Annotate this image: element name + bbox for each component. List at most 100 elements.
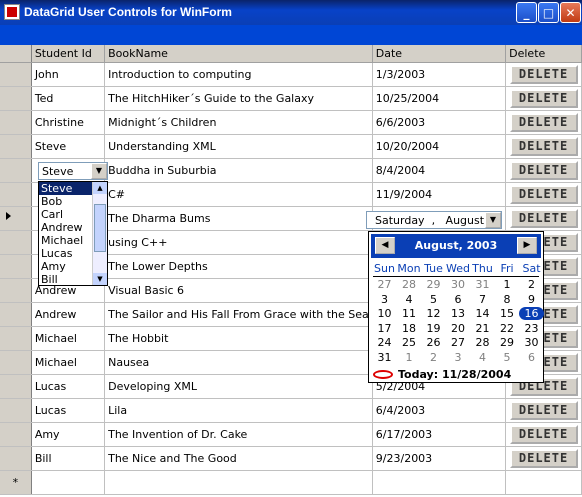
delete-button[interactable]: DELETE (509, 137, 578, 156)
cell-bookname[interactable]: Buddha in Suburbia (104, 158, 373, 183)
row-header[interactable] (0, 110, 32, 135)
delete-button[interactable]: DELETE (509, 65, 578, 84)
row-header[interactable] (0, 230, 32, 255)
calendar-day[interactable]: 2 (421, 351, 446, 364)
cell-bookname[interactable]: Nausea (104, 350, 373, 375)
calendar-day[interactable]: 28 (397, 278, 422, 291)
cell-student-id[interactable]: Christine (31, 110, 106, 135)
cell-bookname[interactable]: Lila (104, 398, 373, 423)
calendar-day[interactable]: 21 (470, 322, 495, 335)
cell-student-id[interactable]: Amy (31, 422, 106, 447)
calendar-day[interactable]: 12 (421, 307, 446, 320)
minimize-button[interactable]: _ (516, 2, 537, 23)
calendar-day[interactable]: 29 (495, 336, 520, 349)
calendar-day[interactable]: 3 (446, 351, 471, 364)
cell-bookname[interactable]: The Nice and The Good (104, 446, 373, 471)
scroll-down-icon[interactable]: ▼ (93, 273, 107, 285)
cell-date[interactable]: 6/6/2003 (372, 110, 507, 135)
cell-date[interactable]: 6/17/2003 (372, 422, 507, 447)
cell-bookname[interactable]: using C++ (104, 230, 373, 255)
cell-student-id[interactable]: John (31, 62, 106, 87)
cell-bookname[interactable]: C# (104, 182, 373, 207)
calendar-day[interactable]: 20 (446, 322, 471, 335)
delete-button[interactable]: DELETE (509, 425, 578, 444)
date-picker[interactable]: Saturday , August ▼ (366, 211, 502, 229)
cell-student-id[interactable]: Lucas (31, 374, 106, 399)
column-header-student-id[interactable]: Student Id (31, 45, 106, 63)
cell-bookname[interactable]: The Hobbit (104, 326, 373, 351)
cell-student-id[interactable]: Andrew (31, 302, 106, 327)
row-header[interactable] (0, 134, 32, 159)
app-icon[interactable] (4, 4, 20, 20)
calendar-day[interactable]: 18 (397, 322, 422, 335)
row-header[interactable] (0, 446, 32, 471)
cell-bookname[interactable]: The Dharma Bums (104, 206, 373, 231)
row-header[interactable] (0, 254, 32, 279)
delete-button[interactable]: DELETE (509, 401, 578, 420)
row-header[interactable] (0, 326, 32, 351)
row-header[interactable] (0, 422, 32, 447)
chevron-down-icon[interactable]: ▼ (485, 212, 501, 228)
table-row[interactable]: Bill The Nice and The Good 9/23/2003 DELETE (0, 446, 582, 471)
calendar-day[interactable]: 26 (421, 336, 446, 349)
calendar-day[interactable]: 17 (372, 322, 397, 335)
calendar-day[interactable]: 4 (470, 351, 495, 364)
cell-student-id[interactable]: Bill (31, 446, 106, 471)
calendar-day[interactable]: 10 (372, 307, 397, 320)
calendar-day[interactable]: 6 (519, 351, 544, 364)
row-header[interactable] (0, 206, 32, 231)
chevron-down-icon[interactable]: ▼ (91, 163, 107, 179)
maximize-button[interactable]: □ (538, 2, 559, 23)
cell-bookname[interactable]: The Invention of Dr. Cake (104, 422, 373, 447)
delete-button[interactable]: DELETE (509, 161, 578, 180)
calendar-day[interactable]: 5 (421, 293, 446, 306)
new-row[interactable]: * (0, 470, 582, 495)
today-link[interactable]: Today: 11/28/2004 (371, 368, 541, 382)
cell-delete[interactable] (505, 470, 582, 495)
calendar-popup[interactable]: ◀ August, 2003 ▶ Sun Mon Tue Wed Thu Fri Sat 2… (368, 231, 544, 383)
calendar-day[interactable]: 30 (446, 278, 471, 291)
row-header[interactable] (0, 182, 32, 207)
calendar-day[interactable]: 30 (519, 336, 544, 349)
calendar-day[interactable]: 9 (519, 293, 544, 306)
cell-date[interactable]: 8/4/2004 (372, 158, 507, 183)
calendar-month-label[interactable]: August, 2003 (401, 239, 511, 252)
table-row[interactable]: Christine Midnight´s Children 6/6/2003 DELE… (0, 110, 582, 135)
row-header[interactable] (0, 350, 32, 375)
calendar-day[interactable]: 31 (372, 351, 397, 364)
cell-bookname[interactable]: Introduction to computing (104, 62, 373, 87)
student-combo[interactable]: Steve ▼ (38, 162, 108, 180)
cell-date[interactable] (372, 470, 507, 495)
row-header[interactable] (0, 86, 32, 111)
calendar-day[interactable]: 22 (495, 322, 520, 335)
scroll-up-icon[interactable]: ▲ (93, 182, 107, 194)
calendar-day[interactable]: 11 (397, 307, 422, 320)
cell-student-id[interactable]: Steve (31, 134, 106, 159)
calendar-day[interactable]: 23 (519, 322, 544, 335)
delete-button[interactable]: DELETE (509, 209, 578, 228)
calendar-day[interactable]: 19 (421, 322, 446, 335)
calendar-day[interactable]: 13 (446, 307, 471, 320)
calendar-day[interactable]: 29 (421, 278, 446, 291)
calendar-day[interactable]: 5 (495, 351, 520, 364)
calendar-day[interactable]: 7 (470, 293, 495, 306)
cell-student-id[interactable]: Lucas (31, 398, 106, 423)
cell-bookname[interactable]: Understanding XML (104, 134, 373, 159)
cell-bookname[interactable]: The HitchHiker´s Guide to the Galaxy (104, 86, 373, 111)
cell-date[interactable]: 9/23/2003 (372, 446, 507, 471)
calendar-day[interactable]: 27 (446, 336, 471, 349)
cell-bookname[interactable]: Developing XML (104, 374, 373, 399)
column-header-date[interactable]: Date (372, 45, 507, 63)
cell-bookname[interactable]: Midnight´s Children (104, 110, 373, 135)
delete-button[interactable]: DELETE (509, 449, 578, 468)
calendar-day[interactable]: 15 (495, 307, 520, 320)
delete-button[interactable]: DELETE (509, 185, 578, 204)
cell-student-id[interactable]: Ted (31, 86, 106, 111)
delete-button[interactable]: DELETE (509, 113, 578, 132)
row-header[interactable] (0, 398, 32, 423)
calendar-day[interactable]: 31 (470, 278, 495, 291)
calendar-day[interactable]: 14 (470, 307, 495, 320)
cell-date[interactable]: 6/4/2003 (372, 398, 507, 423)
cell-bookname[interactable]: The Lower Depths (104, 254, 373, 279)
student-dropdown-list[interactable]: Steve Bob Carl Andrew Michael Lucas Amy Bill ▲ … (38, 181, 108, 286)
